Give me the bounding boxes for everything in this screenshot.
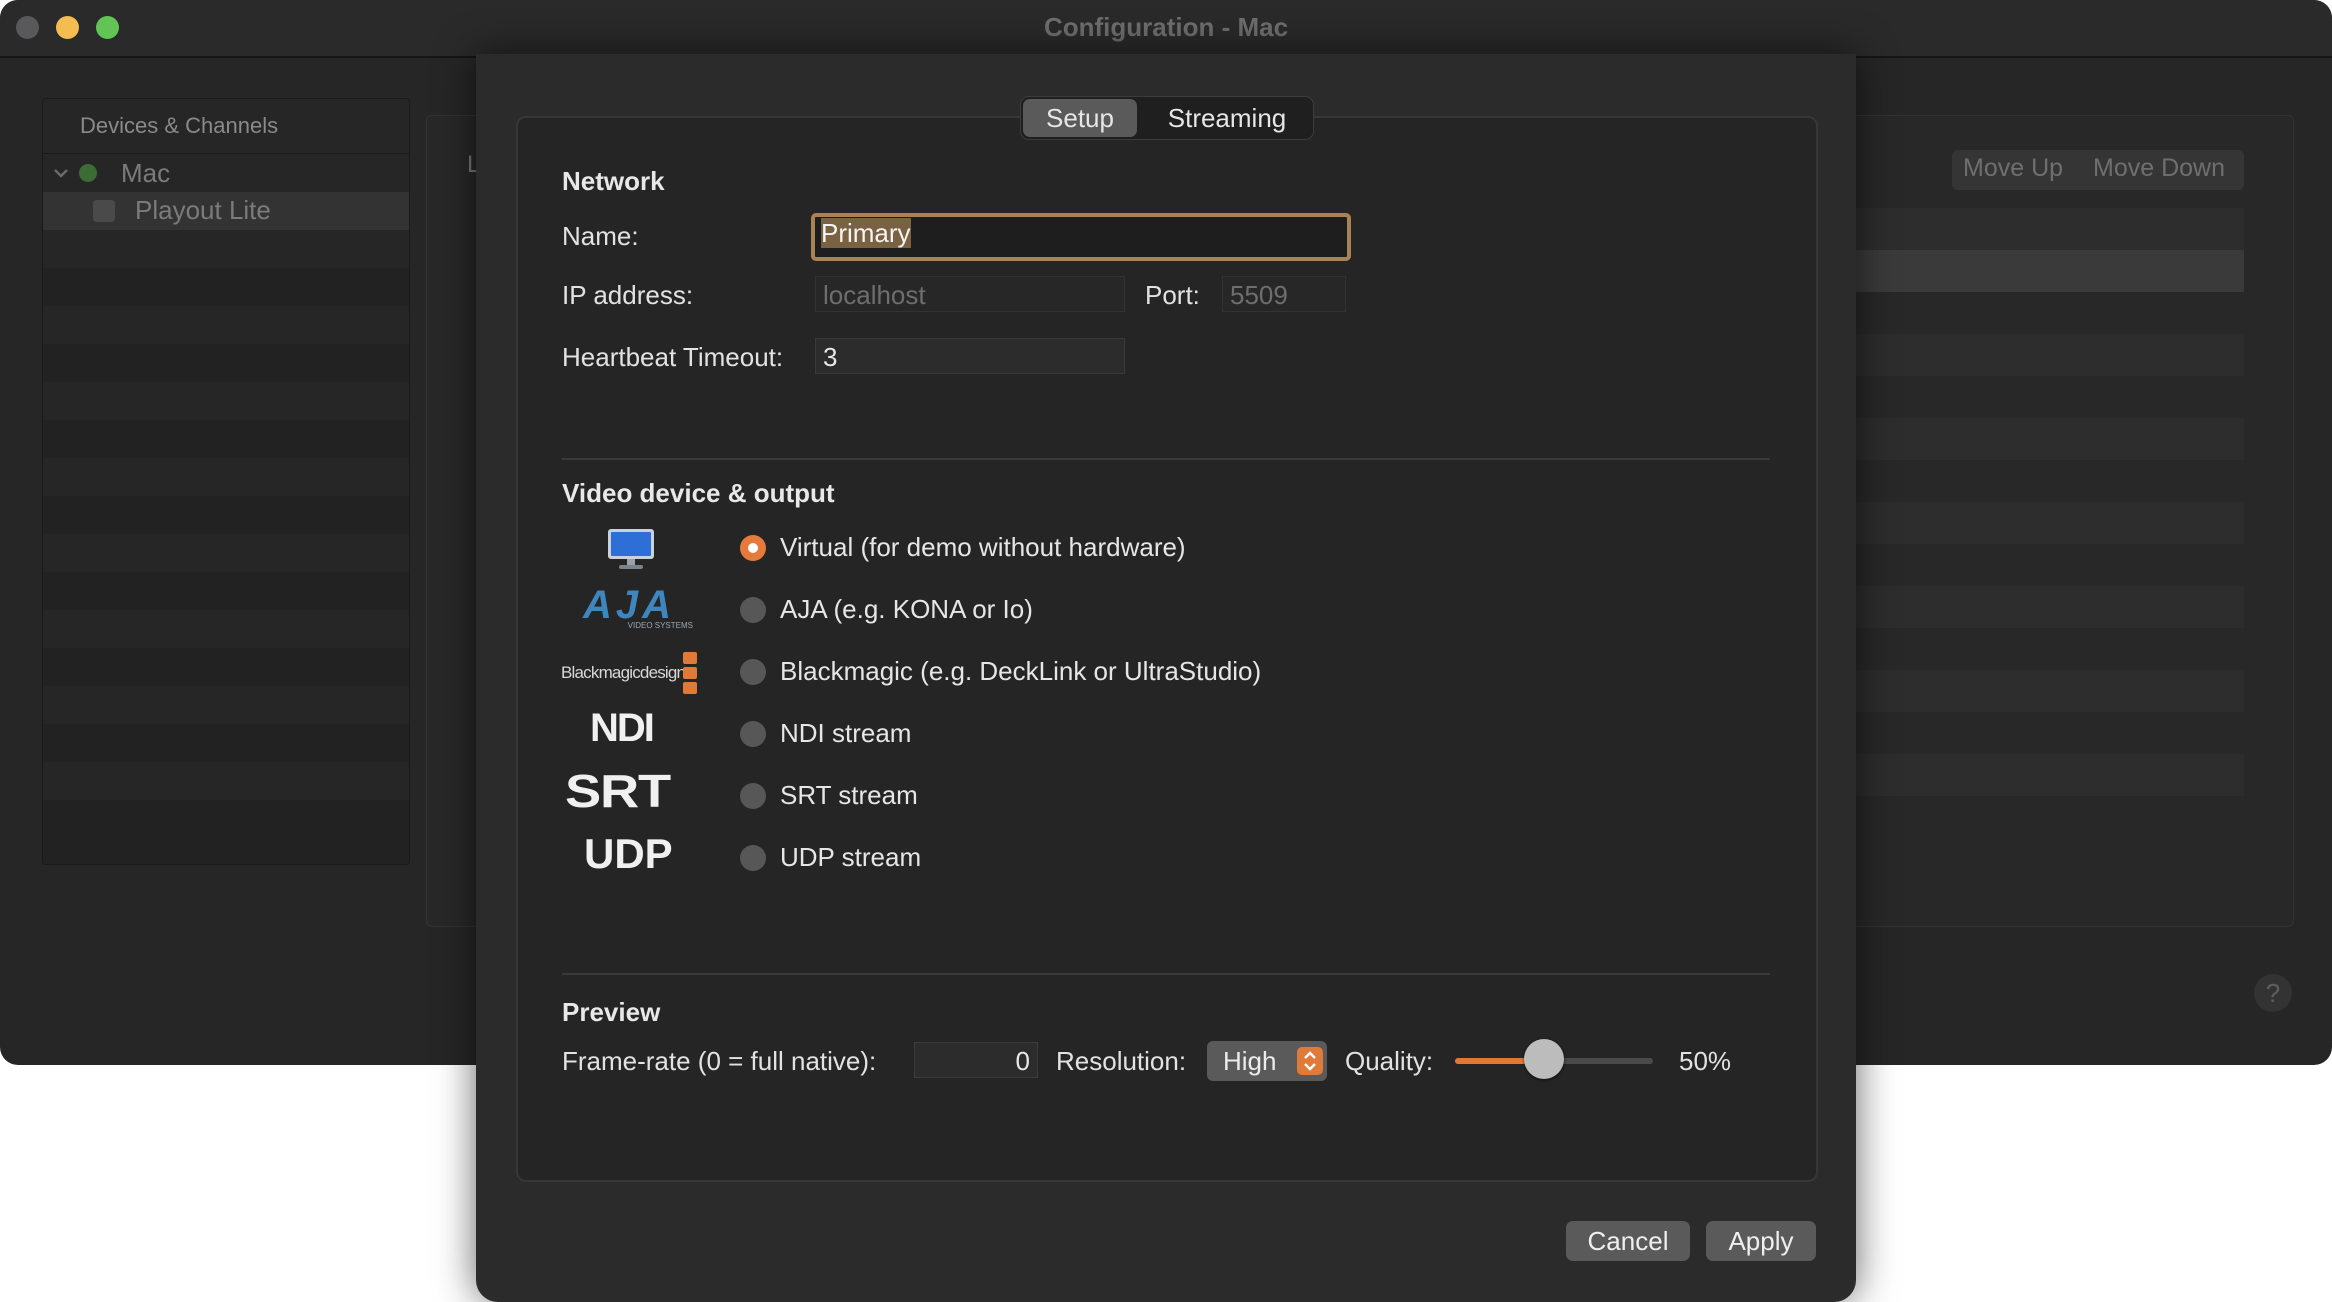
option-virtual-label[interactable]: Virtual (for demo without hardware) (780, 532, 1186, 563)
video-section-title: Video device & output (562, 478, 835, 508)
heartbeat-timeout-label: Heartbeat Timeout: (562, 342, 784, 372)
name-field[interactable]: Primary (811, 213, 1351, 261)
channel-label: Playout Lite (135, 195, 271, 225)
devices-sidebar: Devices & Channels Mac Playout Lite (42, 98, 410, 865)
heartbeat-timeout-field[interactable]: 3 (815, 338, 1125, 374)
move-down-button[interactable]: Move Down (2093, 154, 2225, 183)
aja-logo: AJA VIDEO SYSTEMS (561, 583, 697, 631)
quality-slider[interactable] (1455, 1039, 1653, 1079)
tab-control: Setup Streaming (1020, 96, 1314, 140)
resolution-value: High (1223, 1046, 1277, 1076)
tree-item-mac[interactable]: Mac (43, 154, 409, 192)
radio-blackmagic[interactable] (740, 659, 766, 685)
udp-logo: UDP (584, 830, 673, 877)
ndi-logo: NDI (590, 706, 655, 750)
name-field-value: Primary (821, 218, 911, 248)
monitor-icon (608, 529, 654, 569)
device-label: Mac (121, 158, 171, 188)
option-srt-label[interactable]: SRT stream (780, 780, 918, 811)
framerate-label: Frame-rate (0 = full native): (562, 1046, 877, 1076)
apply-button[interactable]: Apply (1706, 1221, 1816, 1261)
tab-setup[interactable]: Setup (1023, 99, 1137, 137)
srt-logo: SRT (565, 765, 671, 817)
radio-ndi[interactable] (740, 721, 766, 747)
quality-slider-knob[interactable] (1524, 1039, 1564, 1079)
status-dot-icon (79, 164, 97, 182)
resolution-select[interactable]: High (1207, 1041, 1327, 1081)
network-section-title: Network (562, 166, 665, 196)
port-label: Port: (1145, 280, 1200, 310)
divider (562, 458, 1770, 460)
tab-streaming[interactable]: Streaming (1143, 99, 1311, 137)
radio-virtual[interactable] (740, 535, 766, 561)
title-bar: Configuration - Mac (0, 0, 2332, 58)
option-blackmagic-label[interactable]: Blackmagic (e.g. DeckLink or UltraStudio… (780, 656, 1261, 687)
background-list (1856, 208, 2244, 838)
help-button[interactable]: ? (2254, 974, 2292, 1012)
cancel-button[interactable]: Cancel (1566, 1221, 1690, 1261)
ip-address-label: IP address: (562, 280, 694, 310)
radio-udp[interactable] (740, 845, 766, 871)
quality-label: Quality: (1345, 1046, 1434, 1076)
ip-address-field[interactable]: localhost (815, 276, 1125, 312)
window-title: Configuration - Mac (1043, 12, 1289, 42)
radio-aja[interactable] (740, 597, 766, 623)
divider (562, 973, 1770, 975)
option-aja-label[interactable]: AJA (e.g. KONA or Io) (780, 594, 1033, 625)
aja-logo-subtext: VIDEO SYSTEMS (627, 621, 693, 630)
port-field[interactable]: 5509 (1222, 276, 1346, 312)
move-up-button[interactable]: Move Up (1963, 154, 2063, 183)
blackmagic-logo: Blackmagicdesign (561, 651, 703, 697)
framerate-field[interactable]: 0 (914, 1042, 1038, 1078)
tree-item-playout-lite[interactable]: Playout Lite (43, 192, 409, 230)
preview-section-title: Preview (562, 997, 661, 1027)
radio-srt[interactable] (740, 783, 766, 809)
name-label: Name: (562, 221, 639, 251)
blackmagic-logo-text: Blackmagicdesign (561, 663, 686, 682)
channel-checkbox[interactable] (93, 200, 115, 222)
resolution-label: Resolution: (1056, 1046, 1187, 1076)
sidebar-header: Devices & Channels (43, 99, 409, 154)
move-buttons: Move Up Move Down (1952, 150, 2244, 190)
chevron-down-icon[interactable] (51, 163, 71, 183)
settings-box (516, 116, 1818, 1182)
quality-value: 50% (1679, 1046, 1732, 1076)
option-udp-label[interactable]: UDP stream (780, 842, 921, 873)
option-ndi-label[interactable]: NDI stream (780, 718, 911, 749)
sidebar-empty-rows (43, 230, 409, 800)
chevron-up-down-icon (1297, 1047, 1323, 1075)
